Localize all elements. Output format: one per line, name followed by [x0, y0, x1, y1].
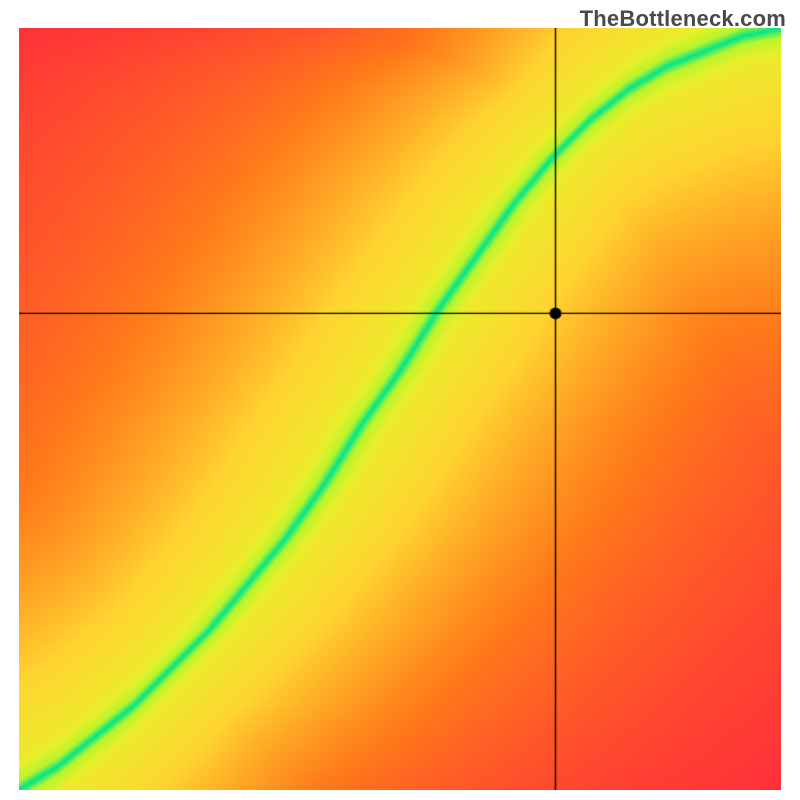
watermark-text: TheBottleneck.com	[580, 6, 786, 32]
heatmap-canvas	[19, 28, 781, 790]
chart-container: TheBottleneck.com	[0, 0, 800, 800]
